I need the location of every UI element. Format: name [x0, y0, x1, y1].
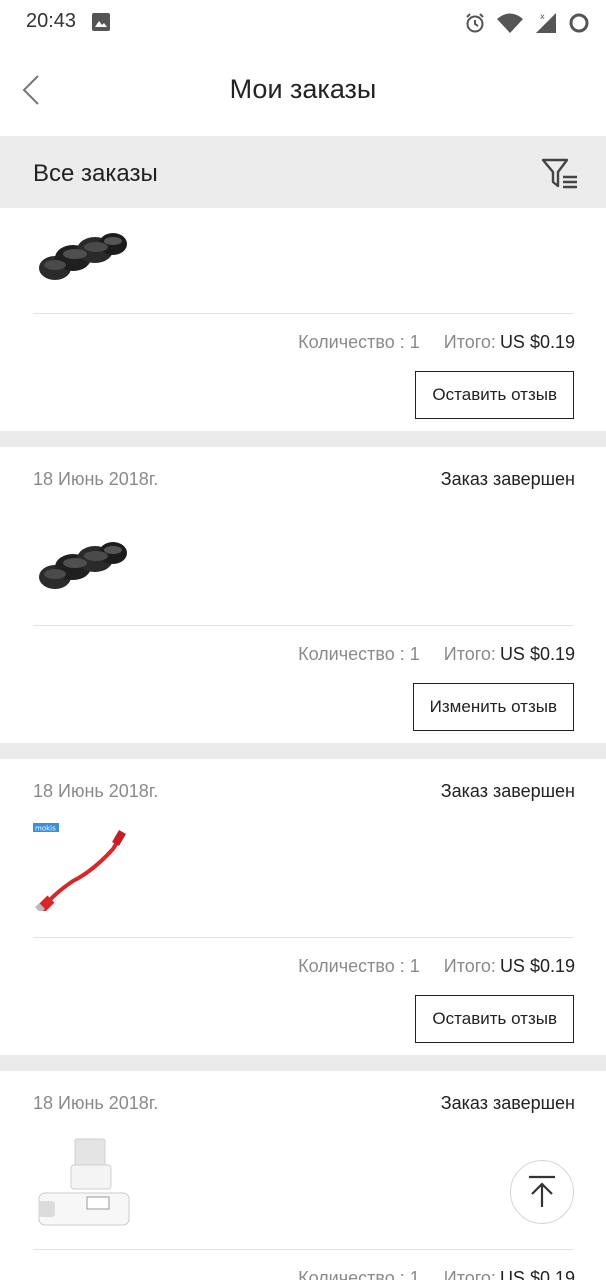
order-card[interactable]: 18 Июнь 2018г. Заказ завершен mokis Коли… [0, 759, 606, 1055]
total-value: US $0.19 [499, 1268, 575, 1280]
order-summary: Количество : 1 Итого: US $0.19 [298, 956, 575, 977]
quantity-label: Количество : 1 [298, 332, 420, 352]
divider [33, 625, 574, 626]
total-value: US $0.19 [499, 956, 575, 976]
status-time: 20:43 [26, 10, 77, 32]
filter-button[interactable] [540, 156, 580, 192]
leave-review-button[interactable]: Оставить отзыв [415, 995, 574, 1043]
card-separator [0, 1055, 606, 1071]
total-label: Итого: [443, 644, 496, 664]
order-card[interactable]: Количество : 1 Итого: US $0.19 Оставить от… [0, 208, 606, 431]
cable-clip-product-image[interactable] [33, 216, 133, 306]
edit-review-button[interactable]: Изменить отзыв [412, 683, 574, 731]
status-icons: x [464, 10, 590, 36]
svg-text:x: x [540, 12, 545, 21]
order-card[interactable]: 18 Июнь 2018г. Заказ завершен Количество… [0, 447, 606, 743]
app-header: Мои заказы [0, 46, 606, 136]
product-brand: mokis [35, 825, 56, 833]
cable-clip-product-image[interactable] [33, 525, 133, 615]
total-label: Итого: [443, 332, 496, 352]
status-bar: 20:43 x [0, 0, 606, 46]
page-title: Мои заказы [229, 74, 377, 104]
scroll-to-top-button[interactable] [510, 1160, 574, 1224]
order-status: Заказ завершен [440, 781, 575, 801]
image-icon [92, 13, 110, 31]
order-date: 18 Июнь 2018г. [33, 1093, 159, 1113]
filter-list-icon [541, 158, 577, 189]
order-summary: Количество : 1 Итого: US $0.19 [298, 1268, 575, 1280]
wifi-icon [497, 13, 523, 33]
filter-label[interactable]: Все заказы [33, 160, 158, 188]
quantity-label: Количество : 1 [298, 1268, 420, 1280]
quantity-label: Количество : 1 [298, 644, 420, 664]
total-label: Итого: [443, 956, 496, 976]
total-value: US $0.19 [499, 644, 575, 664]
red-usb-cable-product-image[interactable]: mokis [33, 821, 133, 911]
battery-icon [569, 13, 589, 33]
total-value: US $0.19 [499, 332, 575, 352]
divider [33, 313, 574, 314]
order-status: Заказ завершен [440, 469, 575, 489]
alarm-icon [466, 13, 484, 33]
leave-review-button[interactable]: Оставить отзыв [415, 371, 574, 419]
quantity-label: Количество : 1 [298, 956, 420, 976]
card-separator [0, 431, 606, 447]
order-summary: Количество : 1 Итого: US $0.19 [298, 332, 575, 353]
filter-bar: Все заказы [0, 136, 606, 208]
usb-adapter-product-image[interactable] [33, 1137, 133, 1227]
arrow-up-to-top-icon [529, 1175, 555, 1207]
order-date: 18 Июнь 2018г. [33, 469, 159, 489]
total-label: Итого: [443, 1268, 496, 1280]
order-date: 18 Июнь 2018г. [33, 781, 159, 801]
order-summary: Количество : 1 Итого: US $0.19 [298, 644, 575, 665]
divider [33, 937, 574, 938]
order-status: Заказ завершен [440, 1093, 575, 1113]
signal-icon: x [536, 12, 556, 33]
card-separator [0, 743, 606, 759]
divider [33, 1249, 574, 1250]
